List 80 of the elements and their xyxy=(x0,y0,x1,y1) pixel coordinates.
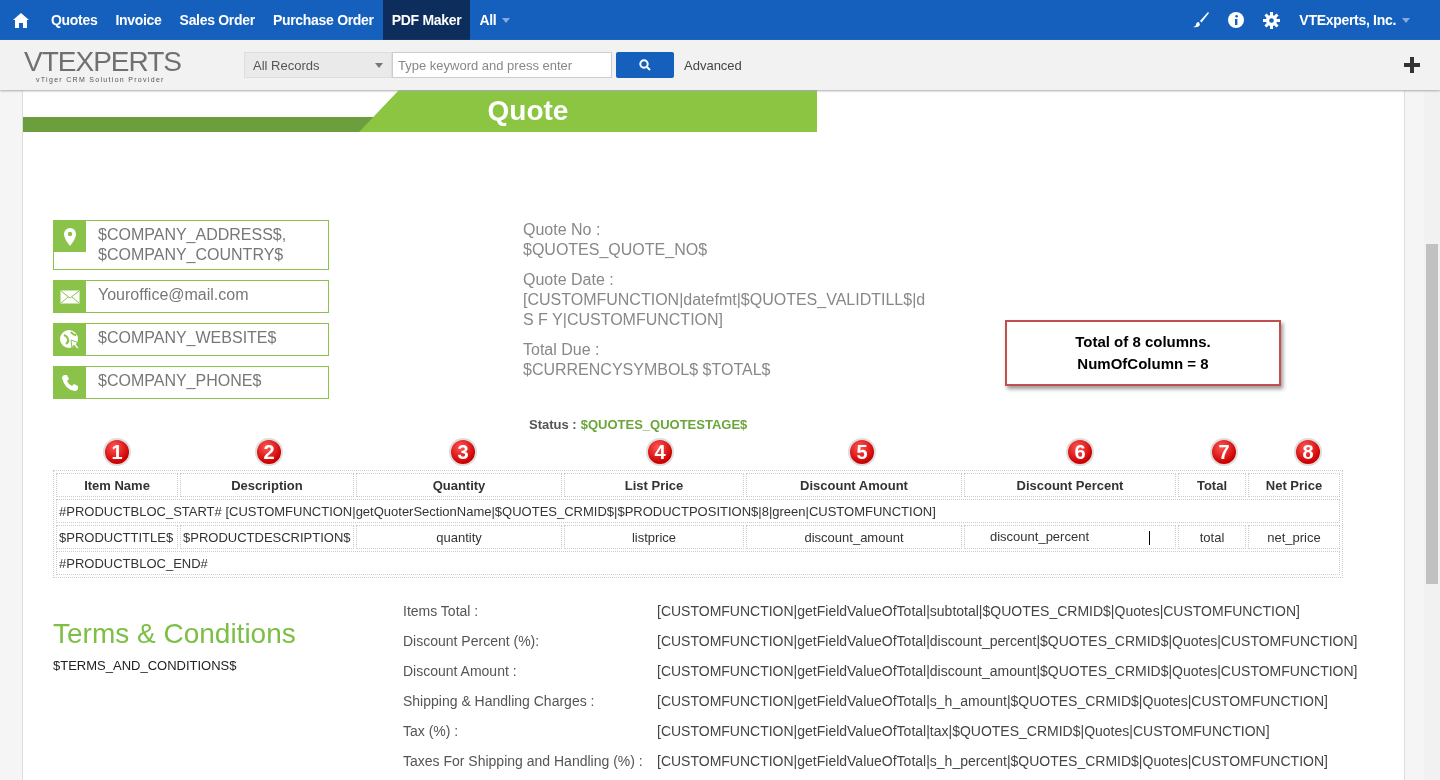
table-cell: discount_percent xyxy=(964,525,1176,549)
scrollbar-thumb[interactable] xyxy=(1426,244,1438,584)
column-header: Total xyxy=(1178,473,1246,497)
home-icon[interactable] xyxy=(13,12,29,28)
nav-tab[interactable]: Purchase Order xyxy=(263,0,383,40)
number-badge: 7 xyxy=(1210,438,1238,466)
envelope-icon xyxy=(60,289,80,304)
search-field[interactable]: Type keyword and press enter xyxy=(392,52,612,78)
info-label: Quote No : xyxy=(523,220,602,240)
total-value: [CUSTOMFUNCTION|getFieldValueOfTotal|subtotal|$QUOTES_CRMID$|Quotes|CUSTOMFUNCTION] xyxy=(657,602,1301,620)
total-label: Items Total : xyxy=(403,602,480,620)
phone-icon xyxy=(61,373,79,392)
status-value: $QUOTES_QUOTESTAGE$ xyxy=(580,417,748,432)
terms-text: $TERMS_AND_CONDITIONS$ xyxy=(53,658,238,673)
search-icon xyxy=(639,59,651,71)
number-badge: 6 xyxy=(1066,438,1094,466)
total-value: [CUSTOMFUNCTION|getFieldValueOfTotal|discount_amount|$QUOTES_CRMID$|Quotes|CUSTOMFUNCTION] xyxy=(657,662,1358,680)
table-cell: listprice xyxy=(564,525,744,549)
document-title: Quote xyxy=(487,95,570,128)
number-badge: 2 xyxy=(255,438,283,466)
info-value: $CURRENCYSYMBOL$ $TOTAL$ xyxy=(523,360,772,380)
table-cell: discount_amount xyxy=(746,525,962,549)
table-cell: quantity xyxy=(356,525,562,549)
nav-tab[interactable]: Sales Order xyxy=(170,0,264,40)
info-icon[interactable] xyxy=(1228,12,1245,28)
total-label: Discount Percent (%): xyxy=(403,632,541,650)
table-cell: net_price xyxy=(1248,525,1340,549)
callout-text: NumOfColumn = 8 xyxy=(1077,354,1209,374)
nav-tab[interactable]: Quotes xyxy=(42,0,107,40)
total-label: Discount Amount : xyxy=(403,662,518,680)
table-cell: #PRODUCTBLOC_END# xyxy=(56,551,1340,575)
column-header: Item Name xyxy=(56,473,178,497)
contact-text: $COMPANY_PHONE$ xyxy=(98,371,262,391)
info-value: [CUSTOMFUNCTION|datefmt|$QUOTES_VALIDTILL$|d S F Y|CUSTOMFUNCTION] xyxy=(523,290,927,330)
column-header: Discount Percent xyxy=(964,473,1176,497)
column-header: Quantity xyxy=(356,473,562,497)
column-header: List Price xyxy=(564,473,744,497)
table-cell: total xyxy=(1178,525,1246,549)
total-value: [CUSTOMFUNCTION|getFieldValueOfTotal|s_h_percent|$QUOTES_CRMID$|Quotes|CUSTOMFUNCTION] xyxy=(657,752,1329,770)
globe-cursor-icon xyxy=(59,328,81,351)
nav-tab[interactable]: Invoice xyxy=(106,0,171,40)
search-button[interactable] xyxy=(616,52,674,78)
settings-icon[interactable] xyxy=(1263,11,1281,29)
number-badge: 5 xyxy=(848,438,876,466)
column-header: Discount Amount xyxy=(746,473,962,497)
number-badge: 4 xyxy=(646,438,674,466)
user-menu[interactable]: VTExperts, Inc. xyxy=(1299,12,1410,28)
contact-text: $COMPANY_WEBSITE$ xyxy=(98,328,277,348)
contact-text: $COMPANY_ADDRESS$, xyxy=(98,225,287,245)
total-value: [CUSTOMFUNCTION|getFieldValueOfTotal|s_h_amount|$QUOTES_CRMID$|Quotes|CUSTOMFUNCTION] xyxy=(657,692,1329,710)
contact-text: $COMPANY_COUNTRY$ xyxy=(98,245,285,265)
status-label: Status : xyxy=(529,417,577,432)
callout-text: Total of 8 columns. xyxy=(1075,332,1211,352)
add-icon[interactable] xyxy=(1404,57,1420,73)
paintbrush-icon[interactable] xyxy=(1193,12,1210,28)
info-label: Quote Date : xyxy=(523,270,615,290)
nav-tab[interactable]: All xyxy=(470,0,520,40)
column-header: Description xyxy=(180,473,354,497)
total-label: Taxes For Shipping and Handling (%) : xyxy=(403,752,644,770)
table-cell: #PRODUCTBLOC_START# [CUSTOMFUNCTION|getQuoterSectionName|$QUOTES_CRMID$|$PRODUCTPOSITION$|8|green|CUSTOMFUNCTION] xyxy=(56,499,1340,523)
terms-heading: Terms & Conditions xyxy=(53,618,297,650)
number-badge: 8 xyxy=(1294,438,1322,466)
total-value: [CUSTOMFUNCTION|getFieldValueOfTotal|discount_percent|$QUOTES_CRMID$|Quotes|CUSTOMFUNCTION] xyxy=(657,632,1358,650)
info-label: Total Due : xyxy=(523,340,601,360)
text-caret xyxy=(1149,530,1150,545)
total-value: [CUSTOMFUNCTION|getFieldValueOfTotal|tax|$QUOTES_CRMID$|Quotes|CUSTOMFUNCTION] xyxy=(657,722,1271,740)
advanced-search-link[interactable]: Advanced xyxy=(684,57,742,73)
location-pin-icon xyxy=(63,227,77,246)
table-cell: $PRODUCTTITLE$ xyxy=(56,525,178,549)
nav-tab[interactable]: PDF Maker xyxy=(382,0,471,40)
records-dropdown[interactable]: All Records xyxy=(244,52,392,78)
contact-text: Youroffice@mail.com xyxy=(98,285,249,305)
total-label: Shipping & Handling Charges : xyxy=(403,692,596,710)
table-cell: $PRODUCTDESCRIPTION$ xyxy=(180,525,354,549)
total-label: Tax (%) : xyxy=(403,722,460,740)
company-logo: VTEXPERTS xyxy=(24,47,182,76)
info-value: $QUOTES_QUOTE_NO$ xyxy=(523,240,709,260)
number-badge: 1 xyxy=(103,438,131,466)
number-badge: 3 xyxy=(449,438,477,466)
column-header: Net Price xyxy=(1248,473,1340,497)
